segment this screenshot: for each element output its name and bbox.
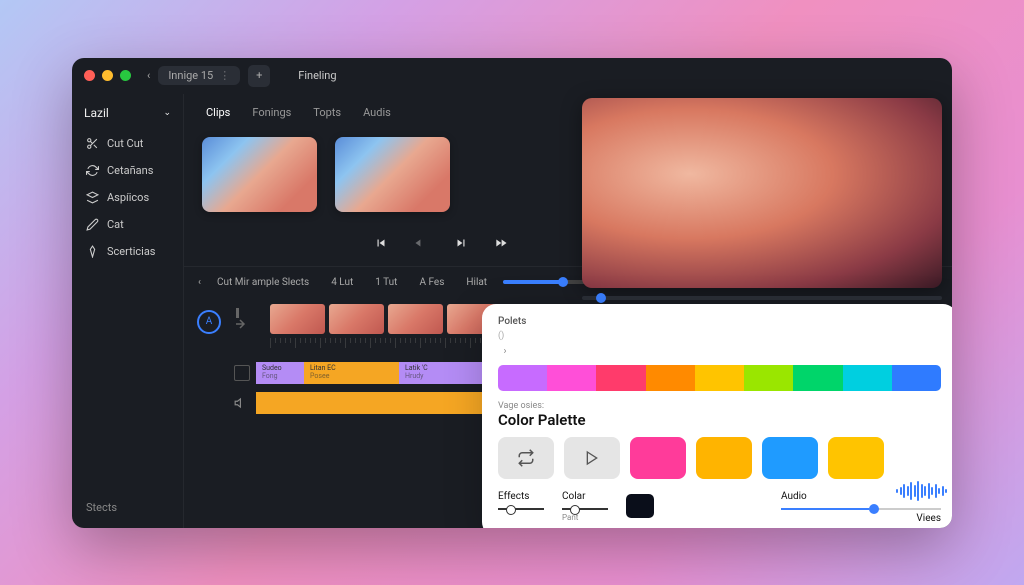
media-thumb[interactable] xyxy=(202,137,317,212)
preview-image[interactable] xyxy=(582,98,942,288)
spectrum-swatch[interactable] xyxy=(695,365,744,391)
breadcrumb[interactable]: Innige 15 ⋮ xyxy=(158,66,240,85)
preview-pane xyxy=(582,98,942,300)
clip-thumb[interactable] xyxy=(329,304,384,334)
waveform-icon xyxy=(896,480,947,502)
timeline-gutter: A xyxy=(184,304,234,522)
track-icon[interactable] xyxy=(234,365,250,381)
panel-title: Color Palette xyxy=(498,411,941,429)
preview-scrubber[interactable] xyxy=(582,296,942,300)
close-icon[interactable] xyxy=(84,70,95,81)
add-button[interactable]: + xyxy=(248,65,270,87)
minimize-icon[interactable] xyxy=(102,70,113,81)
sidebar-footer[interactable]: Stects xyxy=(82,495,173,520)
diamond-icon xyxy=(86,245,99,258)
tab-clips[interactable]: Clips xyxy=(198,102,238,123)
spectrum-swatch[interactable] xyxy=(498,365,547,391)
dark-swatch[interactable] xyxy=(626,491,654,518)
chevron-left-icon[interactable]: ‹ xyxy=(147,69,150,82)
project-name: Innige 15 xyxy=(168,69,213,82)
sidebar-item-draw[interactable]: Cat xyxy=(82,213,173,236)
clip-thumb[interactable] xyxy=(388,304,443,334)
spectrum-swatch[interactable] xyxy=(646,365,695,391)
clip-thumb[interactable] xyxy=(270,304,325,334)
content: Lazil ⌄ Cut Cut Cetañans Aspíicos Cat Sc… xyxy=(72,94,952,528)
pen-icon xyxy=(86,218,99,231)
swatch[interactable] xyxy=(630,437,686,479)
chip-main[interactable]: Cut Mir ample Slects xyxy=(211,275,315,290)
preview-label: Fineling xyxy=(298,69,336,82)
app-window: ‹ Innige 15 ⋮ + Fineling Lazil ⌄ Cut Cut… xyxy=(72,58,952,528)
spectrum-row[interactable] xyxy=(498,365,941,391)
next-button[interactable] xyxy=(490,232,512,254)
effects-slider[interactable]: Effects xyxy=(498,491,544,510)
sidebar-item-transitions[interactable]: Cetañans xyxy=(82,159,173,182)
play-swatch-button[interactable] xyxy=(564,437,620,479)
scissors-icon xyxy=(86,137,99,150)
indent-icon xyxy=(234,306,248,334)
swatch[interactable] xyxy=(696,437,752,479)
tab-audio[interactable]: Audis xyxy=(355,102,399,123)
refresh-icon xyxy=(86,164,99,177)
color-slider[interactable]: Colar Pant xyxy=(562,491,608,522)
layers-icon xyxy=(86,191,99,204)
prev-button[interactable] xyxy=(370,232,392,254)
zoom-slider[interactable] xyxy=(503,280,593,284)
chevron-left-icon[interactable]: ‹ xyxy=(198,277,201,288)
sidebar-item-effects[interactable]: Aspíicos xyxy=(82,186,173,209)
chip[interactable]: A Fes xyxy=(413,275,450,290)
spectrum-swatch[interactable] xyxy=(843,365,892,391)
spectrum-swatch[interactable] xyxy=(547,365,596,391)
spectrum-swatch[interactable] xyxy=(793,365,842,391)
spectrum-swatch[interactable] xyxy=(596,365,645,391)
sidebar-item-cut[interactable]: Cut Cut xyxy=(82,132,173,155)
segment[interactable]: Litan ECPosee xyxy=(304,362,399,384)
panel-subtitle: Vage osies: xyxy=(498,401,941,411)
sidebar-header[interactable]: Lazil ⌄ xyxy=(82,102,173,128)
tab-tools[interactable]: Topts xyxy=(305,102,349,123)
spectrum-swatch[interactable] xyxy=(892,365,941,391)
tab-fonts[interactable]: Fonings xyxy=(244,102,299,123)
segment[interactable]: SudeoFong xyxy=(256,362,304,384)
swatch-row xyxy=(498,437,941,479)
media-thumb[interactable] xyxy=(335,137,450,212)
maximize-icon[interactable] xyxy=(120,70,131,81)
presets-label: Polets xyxy=(498,316,941,327)
sidebar-item-text[interactable]: Scerticias xyxy=(82,240,173,263)
spectrum-swatch[interactable] xyxy=(744,365,793,391)
swatch[interactable] xyxy=(828,437,884,479)
chevron-down-icon: ⌄ xyxy=(163,108,171,118)
window-controls xyxy=(84,70,131,81)
slider-row: Effects Colar Pant Audio Viees xyxy=(498,491,941,524)
play-button[interactable] xyxy=(450,232,472,254)
chevron-right-icon[interactable]: › xyxy=(498,345,512,359)
swatch[interactable] xyxy=(762,437,818,479)
chip[interactable]: 1 Tut xyxy=(369,275,403,290)
step-back-button[interactable] xyxy=(410,232,432,254)
chip[interactable]: 4 Lut xyxy=(325,275,359,290)
color-panel: Polets () › Vage osies: Color Palette Ef… xyxy=(482,304,952,528)
mute-icon[interactable] xyxy=(234,395,250,411)
sidebar: Lazil ⌄ Cut Cut Cetañans Aspíicos Cat Sc… xyxy=(72,94,184,528)
chip[interactable]: Hilat xyxy=(460,275,493,290)
timeline-marker[interactable]: A xyxy=(197,310,221,334)
segment[interactable] xyxy=(256,392,516,414)
titlebar: ‹ Innige 15 ⋮ + Fineling xyxy=(72,58,952,94)
loop-button[interactable] xyxy=(498,437,554,479)
